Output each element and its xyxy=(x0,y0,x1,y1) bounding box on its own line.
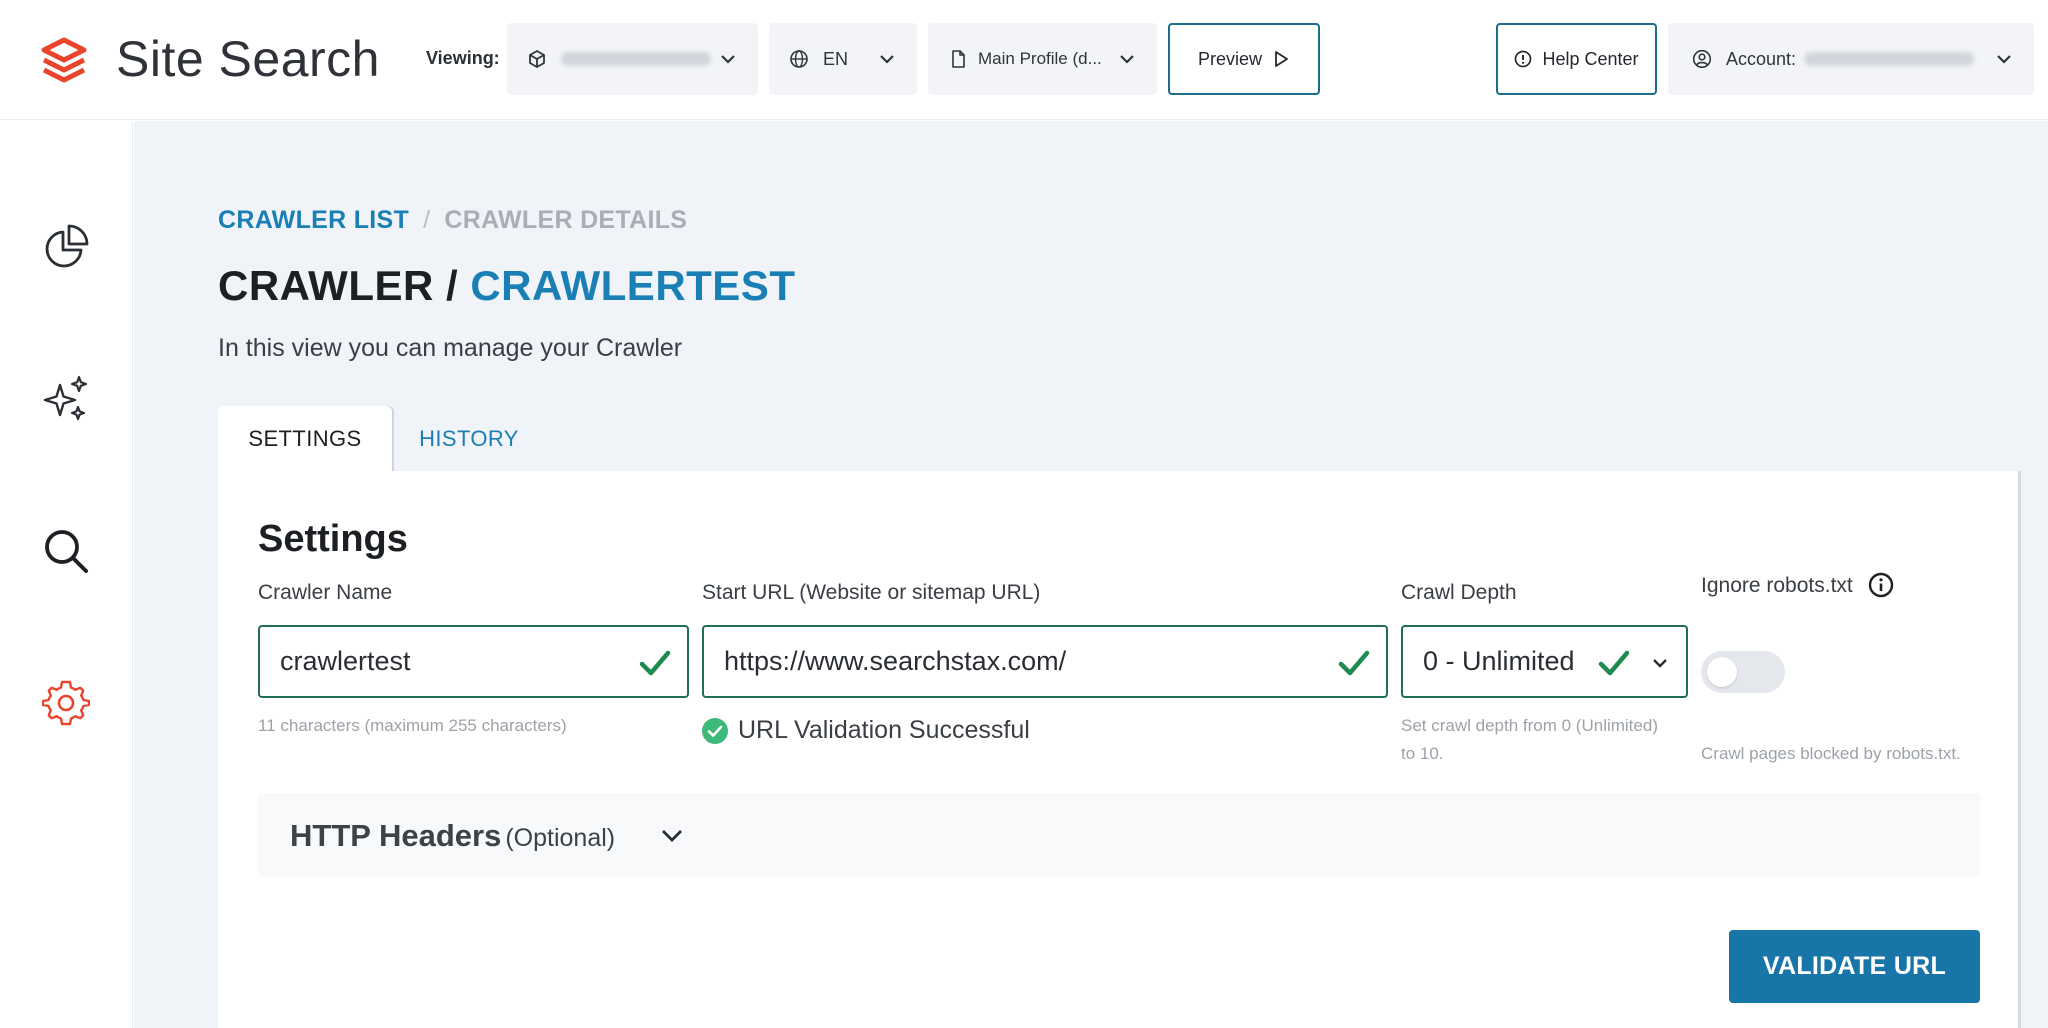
chevron-down-icon xyxy=(1997,55,2011,64)
chevron-down-icon xyxy=(721,55,735,64)
page-title: CRAWLER / CRAWLERTEST xyxy=(218,262,795,310)
chevron-down-icon[interactable] xyxy=(658,822,686,850)
profile-select[interactable]: Main Profile (d... xyxy=(928,23,1157,95)
account-select[interactable]: Account: xyxy=(1668,23,2034,95)
http-headers-optional: (Optional) xyxy=(505,824,616,852)
profile-value: Main Profile (d... xyxy=(978,49,1102,68)
validate-url-button[interactable]: VALIDATE URL xyxy=(1729,930,1980,1003)
language-select[interactable]: EN xyxy=(769,23,917,95)
ignore-robots-toggle[interactable] xyxy=(1701,651,1785,693)
top-header: Site Search Viewing: EN Main Profile (d.… xyxy=(0,0,2048,120)
check-icon xyxy=(639,650,671,676)
http-headers-label: HTTP Headers xyxy=(290,818,502,853)
search-icon[interactable] xyxy=(42,527,90,575)
ignore-robots-hint: Crawl pages blocked by robots.txt. xyxy=(1701,744,1961,763)
breadcrumb-separator: / xyxy=(423,206,431,234)
url-validation-text: URL Validation Successful xyxy=(738,716,1030,744)
viewing-label: Viewing: xyxy=(426,48,500,68)
user-circle-icon xyxy=(1692,49,1712,69)
chevron-down-icon xyxy=(1653,659,1667,668)
check-circle-icon xyxy=(702,717,728,744)
tab-settings[interactable]: SETTINGS xyxy=(218,406,392,472)
info-icon xyxy=(1515,50,1532,68)
start-url-input[interactable]: https://www.searchstax.com/ xyxy=(702,625,1388,698)
language-value: EN xyxy=(823,48,849,69)
check-icon xyxy=(1598,650,1630,676)
start-url-label: Start URL (Website or sitemap URL) xyxy=(702,581,1041,604)
ignore-robots-label: Ignore robots.txt xyxy=(1701,574,1853,597)
breadcrumb-current: CRAWLER DETAILS xyxy=(444,206,688,234)
crawl-depth-label: Crawl Depth xyxy=(1401,581,1517,604)
globe-icon xyxy=(789,49,809,69)
crawler-name-input[interactable]: crawlertest xyxy=(258,625,689,698)
play-icon xyxy=(1275,51,1288,67)
breadcrumb: CRAWLER LIST / CRAWLER DETAILS xyxy=(218,206,687,235)
crawl-depth-value: 0 - Unlimited xyxy=(1423,646,1575,676)
gear-icon[interactable] xyxy=(42,679,90,727)
settings-title: Settings xyxy=(258,518,408,560)
crawler-name-label: Crawler Name xyxy=(258,581,393,604)
chevron-down-icon xyxy=(880,55,894,64)
breadcrumb-crawler-list-link[interactable]: CRAWLER LIST xyxy=(218,206,409,234)
help-center-button[interactable]: Help Center xyxy=(1496,23,1657,95)
crawl-depth-select[interactable]: 0 - Unlimited xyxy=(1401,625,1688,698)
site-search-logo xyxy=(41,37,87,83)
chevron-down-icon xyxy=(1120,55,1134,64)
start-url-value: https://www.searchstax.com/ xyxy=(724,646,1067,676)
url-validation-message: URL Validation Successful xyxy=(702,716,1030,745)
app-select[interactable] xyxy=(507,23,758,95)
file-icon xyxy=(948,49,968,69)
app-name-redacted xyxy=(561,52,711,66)
crawl-depth-hint-line1: Set crawl depth from 0 (Unlimited) xyxy=(1401,716,1658,735)
tab-history[interactable]: HISTORY xyxy=(404,406,534,472)
pie-chart-icon[interactable] xyxy=(42,223,90,271)
crawler-name-hint: 11 characters (maximum 255 characters) xyxy=(258,716,567,735)
account-name-redacted xyxy=(1804,52,1975,66)
crawl-depth-hint-line2: to 10. xyxy=(1401,744,1444,763)
account-label: Account: xyxy=(1726,48,1797,69)
page-title-prefix: CRAWLER / xyxy=(218,262,459,309)
toggle-knob xyxy=(1707,657,1737,687)
info-icon[interactable] xyxy=(1868,572,1894,598)
page-subtitle: In this view you can manage your Crawler xyxy=(218,334,683,362)
page-title-crawler-name: CRAWLERTEST xyxy=(470,262,796,309)
help-center-label: Help Center xyxy=(1542,48,1639,69)
crawler-name-value: crawlertest xyxy=(280,646,411,676)
cube-icon xyxy=(527,49,547,69)
http-headers-title[interactable]: HTTP Headers (Optional) xyxy=(290,818,615,854)
preview-button[interactable]: Preview xyxy=(1168,23,1320,95)
sidebar xyxy=(0,121,133,1028)
crawl-depth-hint: Set crawl depth from 0 (Unlimited) to 10… xyxy=(1401,712,1658,768)
app-title: Site Search xyxy=(116,31,380,87)
preview-label: Preview xyxy=(1197,48,1263,69)
check-icon xyxy=(1338,650,1370,676)
sparkles-icon[interactable] xyxy=(42,375,90,423)
